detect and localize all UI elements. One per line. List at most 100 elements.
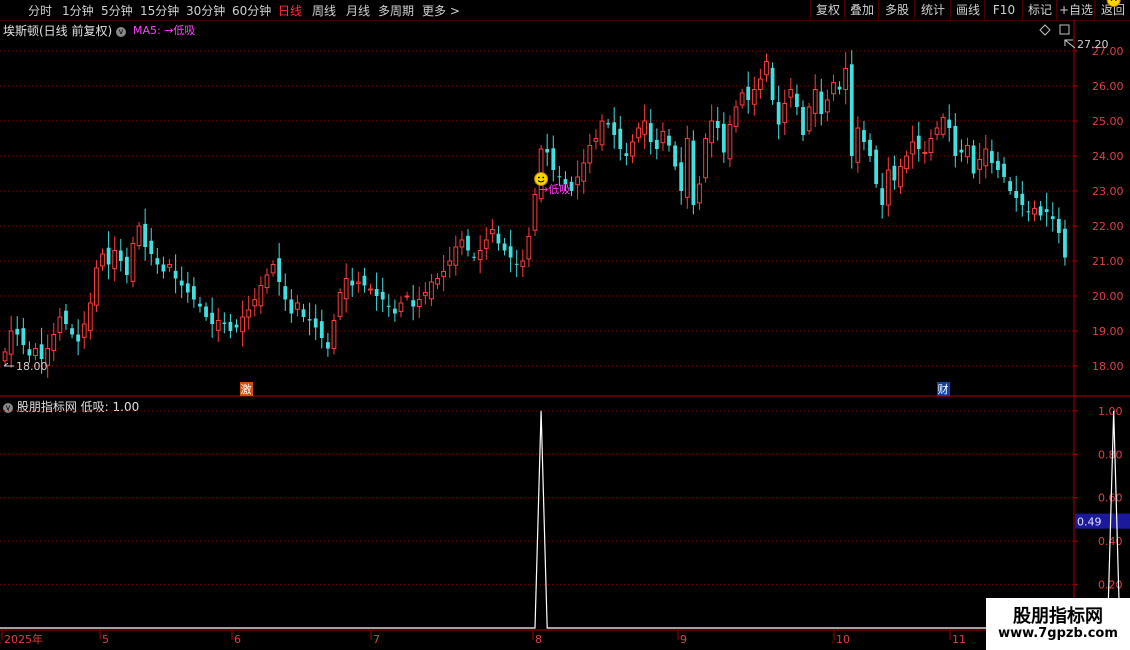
smiley-icon xyxy=(1106,0,1121,7)
candle-body-up xyxy=(587,145,593,164)
candlestick-chart[interactable]: 18.00 19.00 20.00 21.00 22.00 23.00 24.00 25.00… xyxy=(0,0,1130,650)
price-tick-label: 26.00 xyxy=(1092,80,1124,93)
date-tick-label: 10 xyxy=(836,633,850,646)
candle-body-down xyxy=(776,102,781,125)
price-tick-label: 23.00 xyxy=(1092,185,1124,198)
price-tick-label: 24.00 xyxy=(1092,150,1124,163)
candle-body-down xyxy=(868,139,872,156)
candle-body-down xyxy=(849,64,854,156)
candle-body-up xyxy=(727,124,733,160)
candle-body-down xyxy=(386,305,391,307)
date-tick-label: 8 xyxy=(535,633,542,646)
candle-body-up xyxy=(87,302,93,331)
candle-body-up xyxy=(965,145,970,158)
low-price-label: 18.00 xyxy=(16,360,48,373)
candle-body-down xyxy=(746,86,751,100)
candle-body-down xyxy=(502,243,507,251)
candle-body-down xyxy=(691,140,696,205)
candle-body-down xyxy=(39,344,44,359)
candle-body-up xyxy=(422,292,428,296)
date-tick-label: 5 xyxy=(102,633,109,646)
candle-body-up xyxy=(136,225,142,247)
smiley-eye xyxy=(537,176,540,179)
candle-body-down xyxy=(204,306,208,317)
candle-body-up xyxy=(81,323,87,338)
candle-body-up xyxy=(788,89,794,98)
candle-body-down xyxy=(996,160,1000,170)
annotations: 27.20 18.00 →低吸 →低吸激 财 xyxy=(4,0,1130,396)
candle-body-down xyxy=(362,275,367,286)
candle-body-up xyxy=(429,281,434,300)
candle-body-up xyxy=(398,302,404,312)
candle-body-down xyxy=(198,303,202,307)
candle-body-down xyxy=(21,328,26,345)
candle-body-down xyxy=(313,318,318,328)
candle-body-down xyxy=(880,188,885,205)
date-tick-label: 6 xyxy=(234,633,241,646)
candle-body-up xyxy=(215,320,221,331)
candle-body-up xyxy=(295,302,300,310)
candle-body-down xyxy=(161,264,166,272)
candle-body-down xyxy=(179,280,184,286)
candle-body-down xyxy=(472,256,476,258)
candle-body-down xyxy=(862,130,866,142)
candle-body-down xyxy=(496,233,501,244)
smiley-eye xyxy=(542,176,545,179)
candle-body-down xyxy=(301,309,306,317)
candle-body-down xyxy=(64,310,68,324)
candle-body-down xyxy=(222,322,227,324)
square-icon[interactable] xyxy=(1059,24,1070,35)
candle-body-up xyxy=(630,141,635,157)
high-marker xyxy=(1064,39,1076,49)
candle-body-up xyxy=(337,292,343,317)
candle-body-down xyxy=(819,91,824,114)
candle-body-up xyxy=(642,120,648,135)
candle-body-down xyxy=(1002,163,1006,177)
candle-body-up xyxy=(8,330,14,355)
indicator-tick-label: 1.00 xyxy=(1098,405,1123,418)
candle-body-up xyxy=(416,299,422,307)
watermark-title: 股朋指标网 xyxy=(1013,606,1103,627)
candles xyxy=(2,50,1067,378)
candle-body-up xyxy=(904,155,909,170)
candle-body-down xyxy=(947,119,952,128)
candle-body-down xyxy=(916,135,921,149)
candle-body-down xyxy=(210,312,215,324)
price-axis: 18.00 19.00 20.00 21.00 22.00 23.00 24.00 25.00… xyxy=(1074,45,1124,373)
candle-body-down xyxy=(892,165,897,181)
candle-body-down xyxy=(307,319,312,321)
candle-body-down xyxy=(143,223,148,247)
candle-body-up xyxy=(483,239,489,249)
candle-body-up xyxy=(782,103,788,123)
candle-body-up xyxy=(709,120,715,144)
candle-body-up xyxy=(934,127,940,135)
candle-body-down xyxy=(654,139,659,149)
candle-body-down xyxy=(155,258,160,265)
candle-body-up xyxy=(270,264,276,274)
candle-body-up xyxy=(636,127,641,139)
candle-body-down xyxy=(277,258,282,282)
candle-body-down xyxy=(514,263,519,265)
candle-body-up xyxy=(855,127,861,163)
candle-body-down xyxy=(1008,181,1013,191)
candle-body-up xyxy=(2,351,8,362)
watermark-url: www.7gpzb.com xyxy=(998,626,1118,641)
candle-body-down xyxy=(770,67,775,100)
candle-body-up xyxy=(910,141,916,155)
candle-body-up xyxy=(599,120,605,146)
candle-body-up xyxy=(489,229,495,235)
candle-body-up xyxy=(825,99,830,113)
candle-body-up xyxy=(697,183,702,204)
candle-body-down xyxy=(411,300,416,307)
candle-body-up xyxy=(33,348,38,356)
candle-body-down xyxy=(624,153,629,156)
candle-body-down xyxy=(673,145,677,167)
candle-body-down xyxy=(380,291,385,300)
candle-body-down xyxy=(15,328,20,335)
diamond-icon[interactable] xyxy=(1039,24,1051,36)
candle-body-up xyxy=(940,117,946,135)
candle-body-up xyxy=(764,61,769,76)
event-marker-label: 激 xyxy=(241,382,252,396)
candle-body-down xyxy=(606,123,610,125)
current-value-label: 0.49 xyxy=(1077,516,1102,529)
